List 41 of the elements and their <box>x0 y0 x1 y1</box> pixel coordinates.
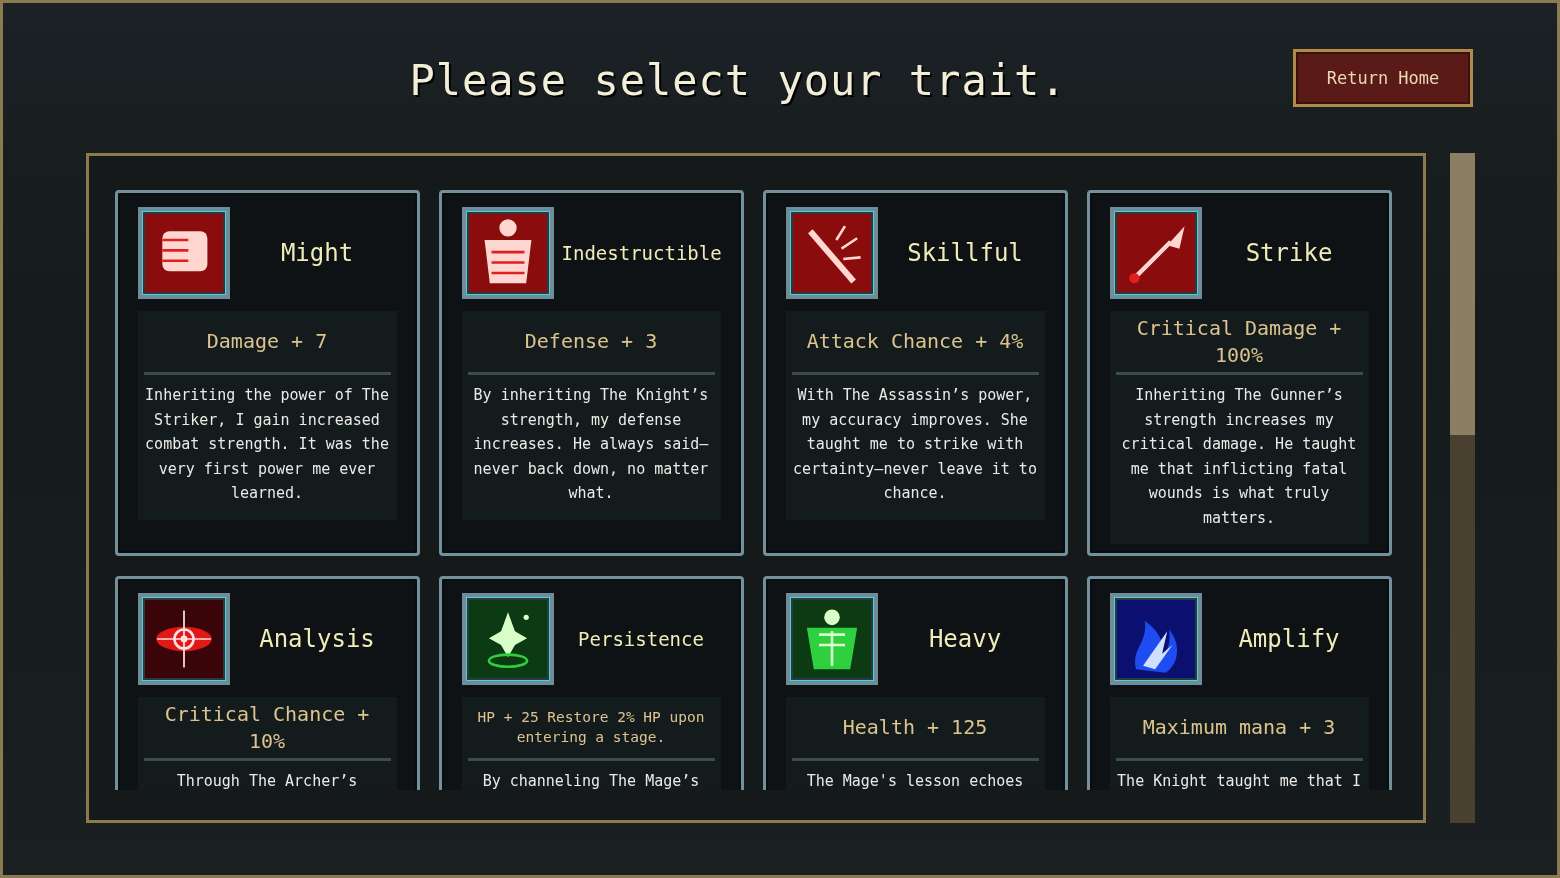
trait-description: Through The Archer’s <box>175 771 359 790</box>
trait-description: The Mage's lesson echoes <box>805 771 1025 790</box>
trait-description: The Knight taught me that I <box>1116 771 1362 790</box>
sparkle-icon <box>468 600 547 678</box>
trait-name: Persistence <box>577 628 705 650</box>
scrollbar-track[interactable] <box>1449 153 1475 823</box>
trait-name: Strike <box>1244 239 1334 267</box>
trait-description: With The Assassin’s power, my accuracy improves. She taught me to strike with certainty—never leave it to chance. <box>792 385 1038 504</box>
trait-card[interactable]: Amplify Maximum mana + 3 The Knight taught me that I <box>1086 576 1392 790</box>
trait-stat: Defense + 3 <box>467 311 715 375</box>
trait-stat: Health + 125 <box>791 697 1039 761</box>
spear-icon <box>1116 214 1195 292</box>
trait-name: Might <box>279 239 355 267</box>
trait-stat: Critical Chance + 10% <box>143 697 391 761</box>
eye-icon <box>144 600 223 678</box>
trait-stat: Critical Damage + 100% <box>1115 311 1363 375</box>
trait-card[interactable]: Heavy Health + 125 The Mage's lesson echoes <box>762 576 1068 790</box>
trait-card[interactable]: Persistence HP + 25 Restore 2% HP upon entering a stage. By channeling The Mage’s <box>438 576 744 790</box>
trait-name: Analysis <box>258 625 376 653</box>
trait-card[interactable]: Strike Critical Damage + 100% Inheriting The Gunner’s strength increases my critical damage. He taught me that inflicting fatal wounds is what truly matters. <box>1086 190 1392 556</box>
trait-card[interactable]: Indestructible Defense + 3 By inheriting The Knight’s strength, my defense increases. He always said—never back down, no matter what. <box>438 190 744 556</box>
trait-name: Amplify <box>1237 625 1341 653</box>
flame-icon <box>1116 600 1195 678</box>
trait-description: By inheriting The Knight’s strength, my defense increases. He always said—never back down, no matter what. <box>472 385 710 504</box>
trait-card[interactable]: Analysis Critical Chance + 10% Through The Archer’s <box>114 576 420 790</box>
trait-name: Indestructible <box>561 242 722 264</box>
trait-stat: Attack Chance + 4% <box>791 311 1039 375</box>
trait-description: Inheriting the power of The Striker, I gain increased combat strength. It was the very first power me ever learned. <box>144 385 390 504</box>
trait-stat: Maximum mana + 3 <box>1115 697 1363 761</box>
trait-stat: Damage + 7 <box>143 311 391 375</box>
trait-card[interactable]: Might Damage + 7 Inheriting the power of The Striker, I gain increased combat strength. It was the very first power me ever learned. <box>114 190 420 556</box>
trait-card[interactable]: Skillful Attack Chance + 4% With The Assassin’s power, my accuracy improves. She taught me to strike with certainty—never leave it to chance. <box>762 190 1068 556</box>
trait-name: Skillful <box>906 239 1024 267</box>
trait-stat: HP + 25 Restore 2% HP upon entering a stage. <box>467 697 715 761</box>
trait-description: Inheriting The Gunner’s strength increases my critical damage. He taught me that inflicting fatal wounds is what truly matters. <box>1120 385 1358 529</box>
trait-name: Heavy <box>927 625 1003 653</box>
scrollbar-thumb[interactable] <box>1449 153 1475 435</box>
trait-description: By channeling The Mage’s <box>481 771 701 790</box>
page-title: Please select your trait. <box>409 54 1067 105</box>
blade-icon <box>792 214 871 292</box>
return-home-button[interactable]: Return Home <box>1293 49 1473 107</box>
